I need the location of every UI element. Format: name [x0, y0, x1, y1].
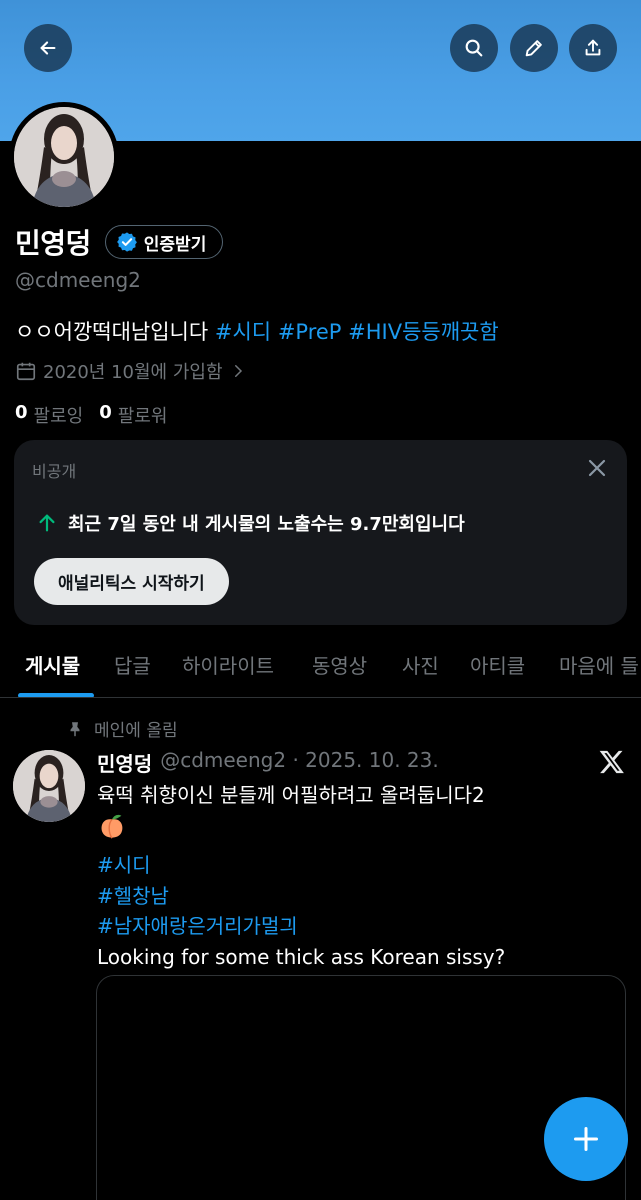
- post-author-avatar[interactable]: [13, 750, 85, 822]
- tab-articles[interactable]: 아티클: [470, 650, 525, 679]
- following-count: 0: [15, 402, 28, 423]
- bio-hashtag-sidi[interactable]: #시디: [215, 320, 271, 344]
- pencil-icon: [525, 40, 542, 57]
- tab-highlights[interactable]: 하이라이트: [182, 650, 274, 679]
- following-link[interactable]: 0 팔로잉: [15, 402, 83, 428]
- profile-name: 민영덩: [15, 227, 91, 260]
- get-verified-button[interactable]: 인증받기: [104, 225, 224, 259]
- tab-likes[interactable]: 마음에 들: [559, 650, 639, 679]
- joined-label: 2020년 10월에 가입함: [43, 362, 223, 383]
- impressions-text: 최근 7일 동안 내 게시물의 노출수는 9.7만회입니다: [68, 514, 465, 535]
- tab-replies[interactable]: 답글: [114, 650, 151, 679]
- pinned-indicator: 메인에 올림: [66, 716, 178, 741]
- tab-videos[interactable]: 동영상: [312, 650, 367, 679]
- arrow-left-icon: [40, 41, 56, 55]
- profile-bio: ㅇㅇ어깡떡대남입니다 #시디 #PreP #HIV등등깨끗함: [15, 316, 499, 346]
- impressions-stat: 최근 7일 동안 내 게시물의 노출수는 9.7만회입니다: [36, 510, 465, 536]
- profile-name-row: 민영덩 인증받기: [15, 222, 224, 262]
- private-label: 비공개: [32, 462, 77, 481]
- plus-icon: [573, 1126, 599, 1152]
- calendar-icon: [16, 362, 36, 381]
- bio-hashtag-prep[interactable]: #PreP: [278, 320, 342, 344]
- follow-stats: 0 팔로잉 0 팔로워: [15, 402, 183, 428]
- followers-label: 팔로워: [117, 406, 168, 427]
- post-header: 민영덩 @cdmeeng2 · 2025. 10. 23.: [97, 748, 439, 777]
- search-button[interactable]: [450, 24, 498, 72]
- post-media[interactable]: [96, 975, 626, 1200]
- edit-button[interactable]: [510, 24, 558, 72]
- start-analytics-button[interactable]: 애널리틱스 시작하기: [34, 558, 229, 605]
- joined-date[interactable]: 2020년 10월에 가입함: [15, 358, 253, 384]
- post-text-line2: Looking for some thick ass Korean sissy?: [97, 944, 506, 969]
- post-hashtag-sidi[interactable]: #시디: [97, 850, 505, 881]
- avatar-photo: [14, 107, 114, 207]
- pin-icon: [70, 721, 80, 736]
- x-logo-icon[interactable]: [598, 748, 626, 776]
- active-tab-indicator: [18, 693, 94, 697]
- profile-tabs: 게시물 답글 하이라이트 동영상 사진 아티클 마음에 들: [0, 632, 641, 698]
- peach-icon: [101, 814, 123, 839]
- tab-photos[interactable]: 사진: [402, 650, 439, 679]
- peach-emoji: [97, 811, 505, 851]
- share-button[interactable]: [569, 24, 617, 72]
- analytics-card: 비공개 최근 7일 동안 내 게시물의 노출수는 9.7만회입니다 애널리틱스 …: [14, 440, 627, 625]
- compose-button[interactable]: [544, 1097, 628, 1181]
- pinned-label: 메인에 올림: [94, 721, 178, 741]
- verified-badge-icon: [116, 232, 137, 252]
- bio-hashtag-hiv[interactable]: #HIV등등깨끗함: [348, 320, 499, 344]
- post-hashtag-helchang[interactable]: #헬창남: [97, 881, 505, 912]
- back-button[interactable]: [24, 24, 72, 72]
- profile-avatar[interactable]: [9, 102, 119, 212]
- post-text-line1: 육떡 취향이신 분들께 어필하려고 올려둡니다2: [97, 783, 485, 807]
- post-hashtag-namja[interactable]: #남자애랑은거리가멀긔: [97, 911, 505, 942]
- share-icon: [585, 39, 601, 56]
- post-meta: @cdmeeng2 · 2025. 10. 23.: [160, 748, 439, 772]
- followers-count: 0: [99, 402, 112, 423]
- profile-handle: @cdmeeng2: [15, 268, 141, 292]
- followers-link[interactable]: 0 팔로워: [99, 402, 167, 428]
- search-icon: [465, 39, 483, 57]
- post-author-name[interactable]: 민영덩: [97, 748, 152, 777]
- tab-posts[interactable]: 게시물: [25, 650, 80, 679]
- post-body: 육떡 취향이신 분들께 어필하려고 올려둡니다2 #시디 #헬창남 #남자애랑은…: [97, 780, 505, 972]
- following-label: 팔로잉: [33, 406, 84, 427]
- close-icon[interactable]: [585, 456, 609, 480]
- bio-text: ㅇㅇ어깡떡대남입니다: [15, 320, 215, 344]
- arrow-up-icon: [39, 514, 55, 532]
- chevron-right-icon: [234, 365, 242, 377]
- get-verified-label: 인증받기: [143, 234, 207, 255]
